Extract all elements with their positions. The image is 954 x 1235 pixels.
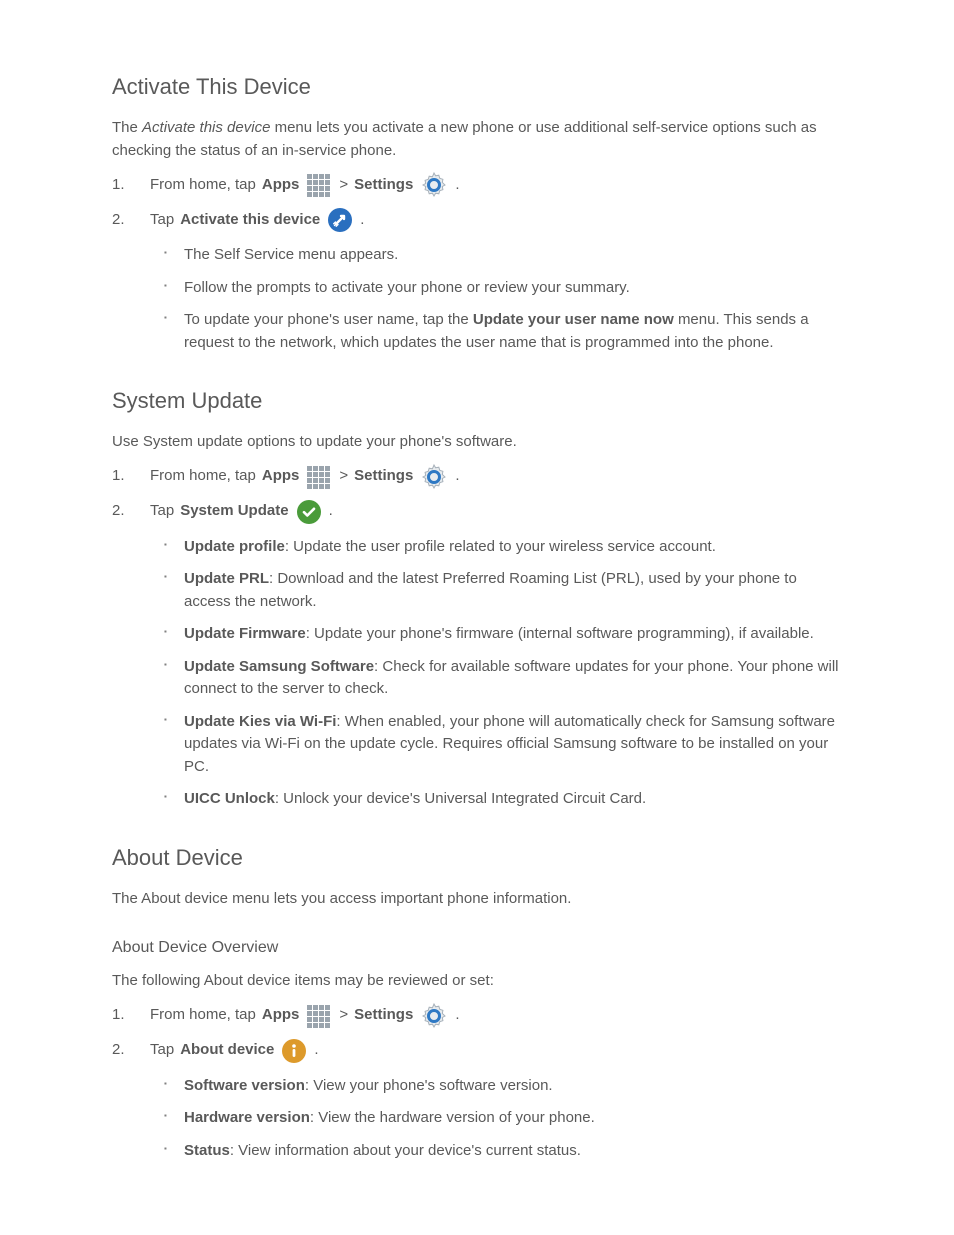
item-desc: : View your phone's software version. (305, 1077, 553, 1094)
step-number: 1. (112, 174, 144, 197)
text: . (455, 1004, 459, 1027)
activate-device-label: Activate this device (180, 209, 320, 232)
item-desc: : View the hardware version of your phon… (310, 1109, 595, 1126)
apps-icon (305, 171, 333, 199)
settings-icon (419, 1001, 449, 1031)
sysupdate-step1: 1. From home, tap Apps > Settings . (112, 462, 842, 492)
about-device-heading: About Device (112, 841, 842, 874)
list-item: Follow the prompts to activate your phon… (160, 277, 842, 300)
about-step1: 1. From home, tap Apps > Settings . (112, 1001, 842, 1031)
text: Tap (150, 1039, 174, 1062)
update-username-label: Update your user name now (473, 311, 674, 328)
system-update-description: Use System update options to update your… (112, 431, 842, 454)
list-item: Software version: View your phone's soft… (160, 1075, 842, 1098)
item-desc: : Update your phone's firmware (internal… (306, 625, 814, 642)
text: > (339, 465, 348, 488)
system-update-label: System Update (180, 500, 288, 523)
text: . (455, 174, 459, 197)
item-title: Update Firmware (184, 625, 306, 642)
text: To update your phone's user name, tap th… (184, 311, 473, 328)
list-item: Update profile: Update the user profile … (160, 536, 842, 559)
activate-description: The Activate this device menu lets you a… (112, 117, 842, 162)
settings-icon (419, 462, 449, 492)
apps-label: Apps (262, 1004, 300, 1027)
list-item: Update Firmware: Update your phone's fir… (160, 623, 842, 646)
item-title: UICC Unlock (184, 790, 275, 807)
item-title: Update Kies via Wi-Fi (184, 713, 336, 730)
activate-substeps: The Self Service menu appears. Follow th… (112, 244, 842, 354)
about-device-description: The About device menu lets you access im… (112, 888, 842, 911)
apps-icon (305, 463, 333, 491)
text: Tap (150, 209, 174, 232)
item-title: Hardware version (184, 1109, 310, 1126)
step-number: 2. (112, 1039, 144, 1062)
item-title: Status (184, 1142, 230, 1159)
text: . (360, 209, 364, 232)
about-device-icon (280, 1037, 308, 1065)
activate-step2: 2. Tap Activate this device . (112, 206, 842, 234)
settings-label: Settings (354, 1004, 413, 1027)
apps-label: Apps (262, 174, 300, 197)
item-desc: : Update the user profile related to you… (285, 538, 716, 555)
step-number: 2. (112, 209, 144, 232)
text: . (329, 500, 333, 523)
settings-label: Settings (354, 465, 413, 488)
step-number: 1. (112, 1004, 144, 1027)
system-update-heading: System Update (112, 384, 842, 417)
text: > (339, 1004, 348, 1027)
item-title: Update PRL (184, 570, 269, 587)
about-options: Software version: View your phone's soft… (112, 1075, 842, 1163)
about-device-label: About device (180, 1039, 274, 1062)
sysupdate-step2: 2. Tap System Update . (112, 498, 842, 526)
text: . (314, 1039, 318, 1062)
settings-icon (419, 170, 449, 200)
list-item: To update your phone's user name, tap th… (160, 309, 842, 354)
activate-device-icon (326, 206, 354, 234)
list-item: Status: View information about your devi… (160, 1140, 842, 1163)
text: The (112, 119, 142, 136)
list-item: Update Kies via Wi-Fi: When enabled, you… (160, 711, 842, 779)
activate-step1: 1. From home, tap Apps > Settings . (112, 170, 842, 200)
activate-heading: Activate This Device (112, 70, 842, 103)
text: From home, tap (150, 465, 256, 488)
text: From home, tap (150, 174, 256, 197)
item-title: Update Samsung Software (184, 658, 374, 675)
item-desc: : Download and the latest Preferred Roam… (184, 570, 797, 610)
list-item: Update PRL: Download and the latest Pref… (160, 568, 842, 613)
list-item: The Self Service menu appears. (160, 244, 842, 267)
list-item: Update Samsung Software: Check for avail… (160, 656, 842, 701)
text: From home, tap (150, 1004, 256, 1027)
system-update-icon (295, 498, 323, 526)
item-desc: : Unlock your device's Universal Integra… (275, 790, 646, 807)
about-overview-subhead: About Device Overview (112, 936, 842, 960)
list-item: UICC Unlock: Unlock your device's Univer… (160, 788, 842, 811)
text: . (455, 465, 459, 488)
step-number: 1. (112, 465, 144, 488)
text: Tap (150, 500, 174, 523)
apps-icon (305, 1002, 333, 1030)
about-step2: 2. Tap About device . (112, 1037, 842, 1065)
step-number: 2. (112, 500, 144, 523)
item-title: Update profile (184, 538, 285, 555)
sysupdate-options: Update profile: Update the user profile … (112, 536, 842, 811)
list-item: Hardware version: View the hardware vers… (160, 1107, 842, 1130)
item-title: Software version (184, 1077, 305, 1094)
text-italic: Activate this device (142, 119, 270, 136)
text: > (339, 174, 348, 197)
about-overview-description: The following About device items may be … (112, 970, 842, 993)
item-desc: : View information about your device's c… (230, 1142, 581, 1159)
apps-label: Apps (262, 465, 300, 488)
settings-label: Settings (354, 174, 413, 197)
